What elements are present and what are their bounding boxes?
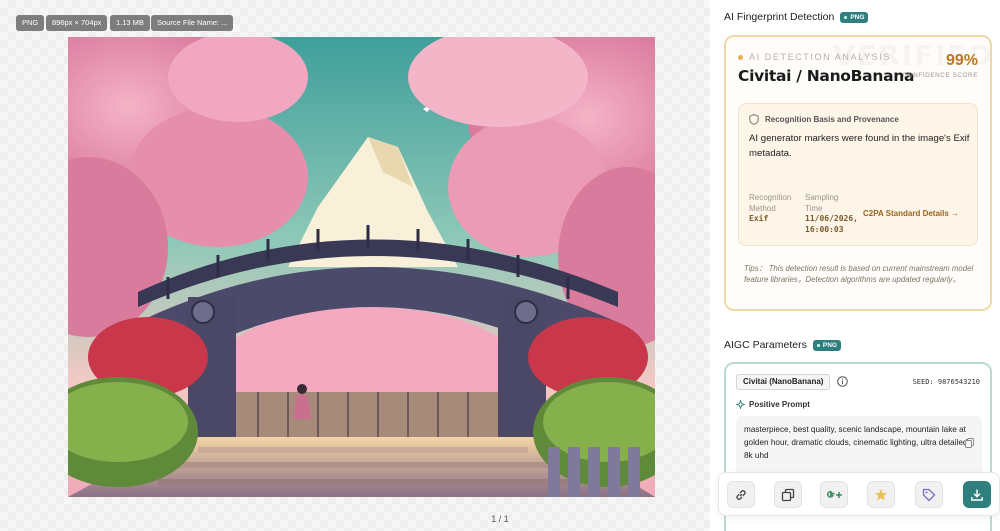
ai-fingerprint-title: AI Fingerprint Detection	[724, 11, 835, 23]
image-viewer: PNG 896px × 704px 1.13 MB Source File Na…	[0, 0, 710, 531]
ai-fingerprint-section-header: AI Fingerprint Detection PNG	[724, 11, 869, 23]
detected-generator: Civitai / NanoBanana	[738, 67, 915, 85]
seed-value: SEED: 9876543210	[912, 378, 980, 386]
aigc-title: AIGC Parameters	[724, 339, 807, 351]
provenance-header: Recognition Basis and Provenance	[749, 114, 899, 125]
provenance-text: AI generator markers were found in the i…	[749, 133, 970, 159]
preview-image[interactable]	[68, 37, 655, 497]
c2pa-details-link[interactable]: C2PA Standard Details →	[863, 209, 959, 218]
method-label: Recognition Method	[749, 193, 792, 213]
anime-bridge-illustration	[68, 37, 655, 497]
action-toolbar	[718, 472, 1000, 516]
dimensions-chip: 896px × 704px	[46, 15, 108, 31]
model-chip: Civitai (NanoBanana)	[736, 374, 831, 390]
confidence-label: CONFIDENCE SCORE	[902, 72, 978, 79]
method-value: Exif	[749, 214, 769, 223]
info-icon[interactable]	[837, 376, 848, 387]
positive-prompt-header: Positive Prompt	[736, 400, 810, 409]
sparkle-icon	[736, 400, 745, 409]
sampling-time-value: 11/06/2026, 16:00:03	[805, 214, 858, 234]
format-badge: PNG	[812, 339, 841, 351]
copy-icon[interactable]	[965, 438, 974, 448]
badge-dot-icon	[844, 15, 848, 19]
sampling-time-label: Sampling Time	[805, 193, 839, 213]
duplicate-button[interactable]	[774, 481, 802, 508]
confidence-value: 99%	[945, 52, 978, 69]
analysis-label: AI DETECTION ANALYSIS	[738, 52, 891, 62]
link-icon	[736, 489, 746, 500]
download-button[interactable]	[963, 481, 991, 508]
source-filename-chip[interactable]: Source File Name: ...	[151, 15, 234, 31]
filesize-chip: 1.13 MB	[110, 15, 150, 31]
detection-result-card: VERIFIED AI DETECTION ANALYSIS Civitai /…	[724, 35, 992, 311]
positive-prompt-box[interactable]: masterpiece, best quality, scenic landsc…	[736, 416, 982, 476]
tips-text: Tips： This detection result is based on …	[744, 264, 974, 284]
google-plus-icon	[827, 490, 842, 498]
positive-prompt-text: masterpiece, best quality, scenic landsc…	[744, 425, 970, 460]
badge-dot-icon	[816, 343, 820, 347]
shield-icon	[749, 114, 759, 125]
tag-button[interactable]	[915, 481, 943, 508]
download-icon	[971, 489, 983, 501]
provenance-box: Recognition Basis and Provenance AI gene…	[738, 103, 978, 246]
google-plus-share-button[interactable]	[820, 481, 848, 508]
copy-icon	[781, 488, 795, 501]
favorite-button[interactable]	[867, 481, 895, 508]
aigc-section-header: AIGC Parameters PNG	[724, 339, 841, 351]
status-dot-icon	[738, 54, 743, 60]
detection-panel: AI Fingerprint Detection PNG VERIFIED AI…	[710, 0, 1000, 531]
tag-icon	[922, 488, 936, 501]
star-icon	[875, 488, 887, 500]
format-chip: PNG	[16, 15, 45, 31]
copy-link-button[interactable]	[727, 481, 755, 508]
format-badge: PNG	[840, 11, 869, 23]
